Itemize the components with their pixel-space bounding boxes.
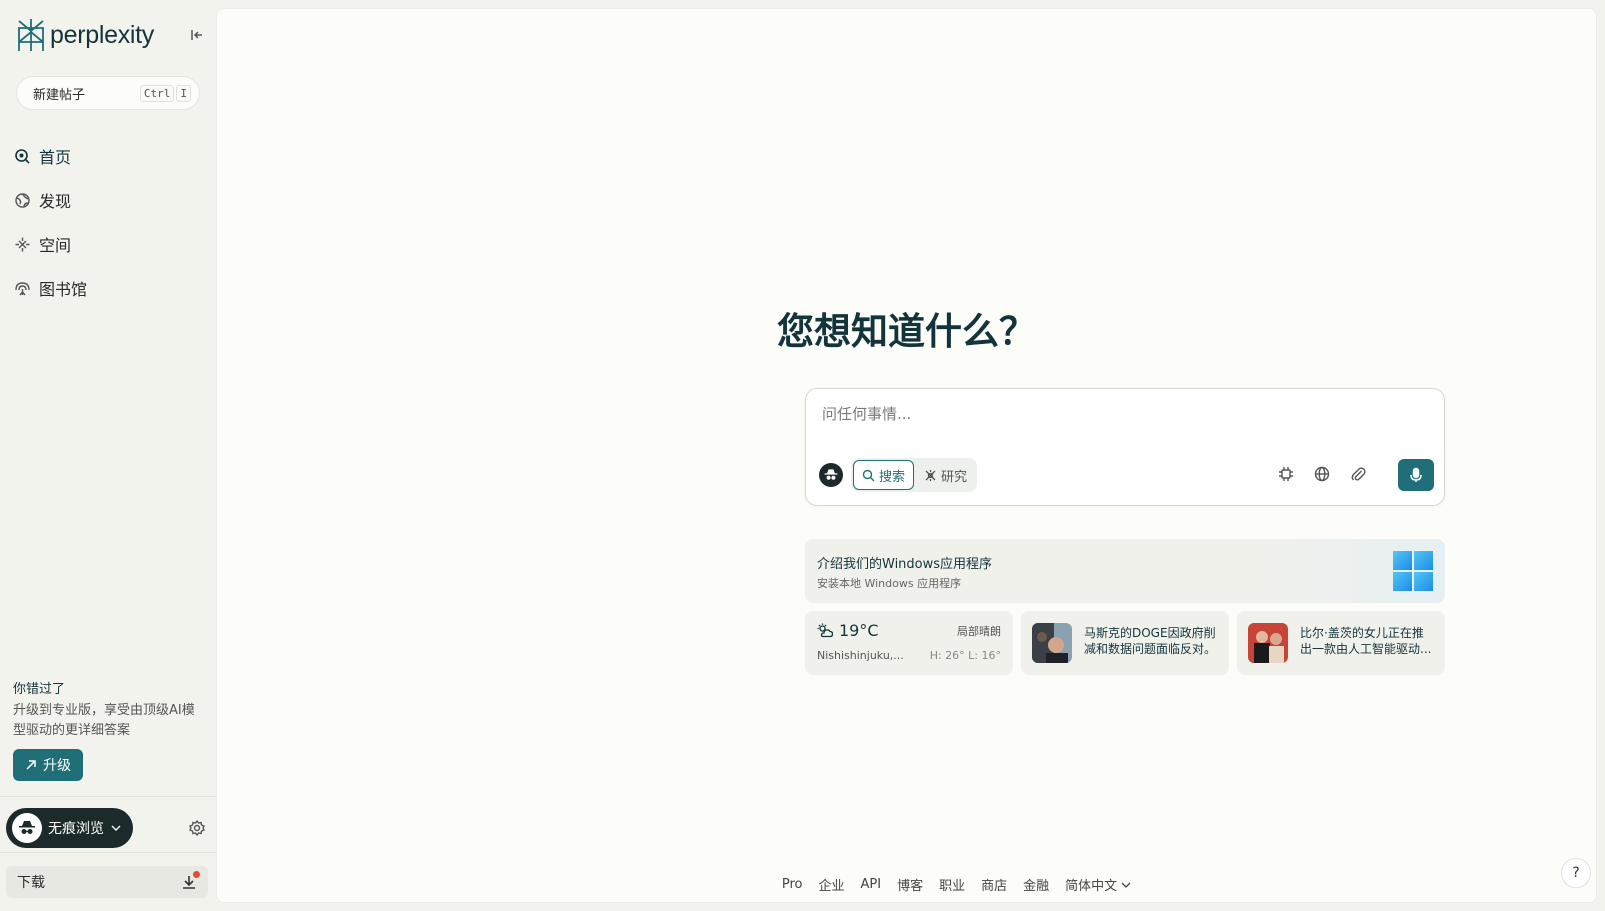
chevron-down-icon <box>1121 882 1131 888</box>
download-button[interactable]: 下载 <box>6 866 208 898</box>
perplexity-logo[interactable]: perplexity <box>16 18 154 52</box>
brand-name: perplexity <box>50 20 154 49</box>
sidebar-item-home[interactable]: 首页 <box>14 134 87 178</box>
language-label: 简体中文 <box>1065 879 1118 894</box>
notification-dot <box>193 871 200 878</box>
incognito-model-icon[interactable] <box>819 463 843 487</box>
main-panel: 您想知道什么？ 搜索 研究 介绍我们的Wind <box>216 8 1597 903</box>
promo-title: 你错过了 <box>13 682 66 697</box>
footer-links: Pro 企业 API 博客 职业 商店 金融 简体中文 <box>217 875 1596 894</box>
upgrade-label: 升级 <box>43 758 71 774</box>
weather-temp: 19°C <box>817 621 879 640</box>
mode-research-label: 研究 <box>941 469 968 485</box>
sidebar-divider <box>0 796 216 797</box>
mode-research-button[interactable]: 研究 <box>916 460 975 490</box>
new-thread-label: 新建帖子 <box>33 87 86 103</box>
sidebar-item-spaces[interactable]: 空间 <box>14 222 87 266</box>
footer-link-finance[interactable]: 金融 <box>1023 875 1049 894</box>
news-headline: 比尔·盖茨的女儿正在推出一款由人工智能驱动... <box>1300 626 1432 656</box>
upgrade-promo: 你错过了 升级到专业版，享受由顶级AI模型驱动的更详细答案 升级 <box>13 678 203 781</box>
perplexity-logo-icon <box>18 19 44 51</box>
mode-search-label: 搜索 <box>879 469 906 485</box>
weather-high-low: H: 26° L: 16° <box>929 649 1001 662</box>
mode-selector: 搜索 研究 <box>851 458 978 492</box>
weather-location: Nishishinjuku,... <box>817 649 904 662</box>
footer-link-blog[interactable]: 博客 <box>897 875 923 894</box>
microphone-icon <box>1410 467 1422 482</box>
sidebar-item-label: 图书馆 <box>39 280 88 299</box>
voice-mode-button[interactable] <box>1398 459 1434 491</box>
weather-temp-value: 19°C <box>839 621 879 640</box>
collapse-sidebar-icon[interactable] <box>188 26 206 44</box>
windows-logo-icon <box>1393 551 1433 591</box>
footer-link-api[interactable]: API <box>860 875 881 894</box>
mode-search-button[interactable]: 搜索 <box>853 460 915 490</box>
page-title: 您想知道什么？ <box>777 310 1036 353</box>
partly-cloudy-icon <box>817 623 833 637</box>
search-input[interactable] <box>822 405 1422 423</box>
new-thread-shortcut: Ctrl I <box>139 85 191 102</box>
footer-link-careers[interactable]: 职业 <box>939 875 965 894</box>
banner-subtitle: 安装本地 Windows 应用程序 <box>817 577 962 590</box>
sidebar-nav: 首页 发现 空间 图书馆 <box>14 134 87 310</box>
upgrade-button[interactable]: 升级 <box>13 749 83 781</box>
shortcut-key-i: I <box>176 85 191 102</box>
download-label: 下载 <box>17 875 45 891</box>
sidebar-item-label: 首页 <box>39 148 72 167</box>
sidebar-item-library[interactable]: 图书馆 <box>14 266 87 310</box>
footer-link-pro[interactable]: Pro <box>782 875 803 894</box>
incognito-label: 无痕浏览 <box>48 821 104 837</box>
help-button[interactable]: ? <box>1561 858 1591 888</box>
news-card[interactable]: 比尔·盖茨的女儿正在推出一款由人工智能驱动... <box>1237 611 1445 675</box>
gear-icon[interactable] <box>188 819 206 837</box>
news-card[interactable]: 马斯克的DOGE因政府削减和数据问题面临反对。 <box>1021 611 1229 675</box>
incognito-toggle[interactable]: 无痕浏览 <box>6 808 133 848</box>
news-thumbnail <box>1032 623 1072 663</box>
banner-title: 介绍我们的Windows应用程序 <box>817 557 993 572</box>
weather-card[interactable]: 19°C 局部晴朗 Nishishinjuku,... H: 26° L: 16… <box>805 611 1013 675</box>
sidebar: perplexity 新建帖子 Ctrl I 首页 发现 空间 图书馆 你错过了… <box>0 0 216 911</box>
chevron-down-icon <box>111 825 121 831</box>
news-thumbnail <box>1248 623 1288 663</box>
sidebar-item-label: 发现 <box>39 192 72 211</box>
shortcut-key-ctrl: Ctrl <box>139 85 175 102</box>
promo-text: 升级到专业版，享受由顶级AI模型驱动的更详细答案 <box>13 703 195 738</box>
news-headline: 马斯克的DOGE因政府削减和数据问题面临反对。 <box>1084 626 1217 656</box>
footer-link-store[interactable]: 商店 <box>981 875 1007 894</box>
help-icon: ? <box>1572 865 1580 881</box>
library-icon <box>15 281 30 295</box>
sidebar-item-label: 空间 <box>39 236 72 255</box>
globe-icon[interactable] <box>1313 465 1331 483</box>
globe-icon <box>15 192 30 208</box>
chip-icon[interactable] <box>1277 465 1295 483</box>
sidebar-item-discover[interactable]: 发现 <box>14 178 87 222</box>
search-icon <box>862 469 875 481</box>
research-icon <box>925 469 936 481</box>
new-thread-button[interactable]: 新建帖子 Ctrl I <box>16 76 200 110</box>
weather-description: 局部晴朗 <box>957 625 1001 638</box>
language-selector[interactable]: 简体中文 <box>1065 875 1131 894</box>
sidebar-divider <box>0 852 216 853</box>
arrow-up-right-icon <box>26 760 36 770</box>
windows-app-banner[interactable]: 介绍我们的Windows应用程序 安装本地 Windows 应用程序 <box>805 539 1445 603</box>
incognito-avatar-icon <box>12 813 42 843</box>
footer-link-enterprise[interactable]: 企业 <box>818 875 844 894</box>
spaces-icon <box>15 237 30 251</box>
search-box: 搜索 研究 <box>805 388 1445 506</box>
search-icon <box>15 148 30 164</box>
paperclip-icon[interactable] <box>1349 465 1367 483</box>
